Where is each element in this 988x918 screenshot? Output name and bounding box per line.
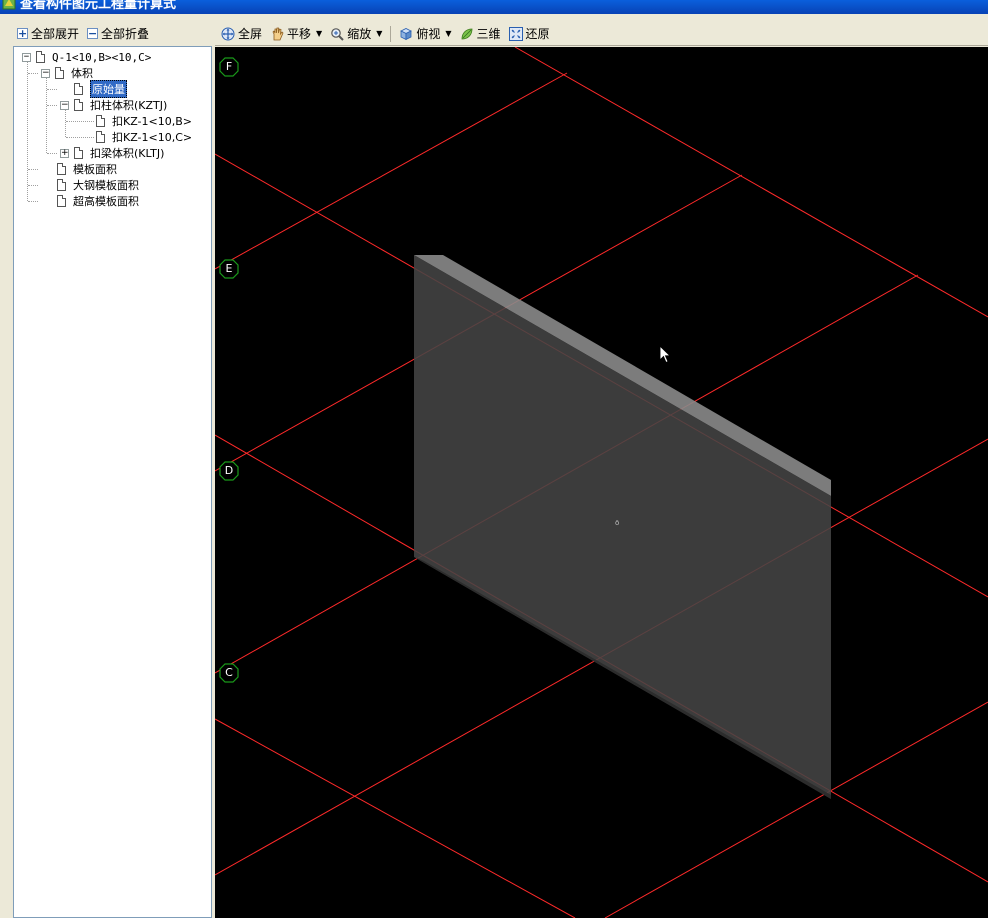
grid-line — [215, 72, 568, 270]
view-label: 俯视 — [416, 27, 441, 41]
collapse-node-icon[interactable]: − — [22, 52, 31, 62]
chevron-down-icon[interactable]: ▼ — [445, 29, 451, 38]
three-d-icon — [460, 27, 474, 41]
tree-item-label: 扣KZ-1<10,B> — [112, 115, 192, 128]
view-toolbar: 全屏 平移 ▼ 缩放 ▼ 俯视 ▼ 三维 还原 — [215, 22, 988, 46]
document-icon — [57, 179, 66, 191]
wall-element[interactable] — [414, 255, 831, 799]
document-icon — [55, 67, 64, 79]
tree-connector — [47, 89, 57, 90]
tree-connector — [66, 121, 94, 122]
zoom-icon — [330, 27, 344, 41]
grid-line — [514, 47, 988, 318]
tree-item-steel-formwork[interactable]: 大钢模板面积 — [57, 177, 139, 193]
tree-item-label: 大钢模板面积 — [73, 179, 139, 192]
tree-connector — [47, 153, 57, 154]
document-icon — [74, 99, 83, 111]
pan-icon — [270, 27, 284, 41]
restore-icon — [508, 26, 523, 41]
tree-connector — [27, 62, 28, 201]
tree-item-label: 体积 — [71, 67, 93, 80]
pan-button[interactable]: 平移 ▼ — [268, 25, 324, 42]
tree-item-kz-c[interactable]: 扣KZ-1<10,C> — [96, 129, 192, 145]
tree-item-deduct-column[interactable]: − 扣柱体积(KZTJ) — [60, 97, 167, 113]
app-icon — [2, 0, 16, 10]
axis-label-f[interactable]: F — [219, 57, 239, 77]
document-icon — [57, 195, 66, 207]
tree-item-kz-b[interactable]: 扣KZ-1<10,B> — [96, 113, 192, 129]
tree-item-root[interactable]: − Q-1<10,B><10,C> — [22, 49, 151, 65]
collapse-icon: − — [87, 26, 99, 40]
collapse-all-button[interactable]: − 全部折叠 — [87, 25, 149, 42]
tree-connector — [28, 169, 38, 170]
zoom-button[interactable]: 缩放 ▼ — [328, 25, 384, 42]
3d-viewport[interactable]: ō F E D C — [215, 47, 988, 918]
origin-marker: ō — [615, 519, 619, 527]
tree-connector — [47, 105, 57, 106]
fullscreen-label: 全屏 — [238, 27, 263, 41]
tree-item-label: Q-1<10,B><10,C> — [52, 50, 152, 64]
tree-item-label-selected: 原始量 — [90, 80, 127, 98]
toolbar-separator — [390, 25, 392, 42]
document-icon — [74, 83, 83, 95]
pan-label: 平移 — [287, 27, 312, 41]
tree-item-original[interactable]: 原始量 — [74, 80, 127, 98]
restore-button[interactable]: 还原 — [507, 25, 552, 42]
axis-label-text: D — [224, 464, 234, 477]
document-icon — [96, 131, 105, 143]
view-button[interactable]: 俯视 ▼ — [397, 25, 453, 42]
tree-connector — [28, 201, 38, 202]
expand-all-button[interactable]: + 全部展开 — [17, 25, 79, 42]
tree-connector — [28, 185, 38, 186]
tree-connector — [66, 137, 94, 138]
wall-front-face — [414, 255, 831, 799]
expand-node-icon[interactable]: + — [60, 148, 69, 158]
tree-item-volume[interactable]: − 体积 — [41, 65, 93, 81]
chevron-down-icon[interactable]: ▼ — [376, 29, 382, 38]
tree-item-high-formwork[interactable]: 超高模板面积 — [57, 193, 139, 209]
document-icon — [57, 163, 66, 175]
axis-label-text: C — [225, 666, 233, 679]
tree-item-label: 扣KZ-1<10,C> — [112, 131, 193, 144]
cursor-icon — [659, 344, 672, 367]
view-cube-icon — [399, 27, 413, 41]
expand-icon: + — [17, 26, 28, 40]
fullscreen-icon — [221, 27, 235, 41]
fullscreen-button[interactable]: 全屏 — [219, 25, 264, 42]
document-icon — [96, 115, 105, 127]
title-bar: 查看构件图元工程量计算式 — [0, 0, 988, 14]
axis-label-d[interactable]: D — [219, 461, 239, 481]
zoom-label: 缩放 — [347, 27, 372, 41]
grid-line — [215, 718, 576, 918]
collapse-node-icon[interactable]: − — [60, 100, 69, 110]
tree-item-label: 扣柱体积(KZTJ) — [90, 99, 168, 112]
chevron-down-icon[interactable]: ▼ — [316, 29, 322, 38]
axis-label-text: F — [225, 60, 233, 73]
tree-connector — [28, 73, 38, 74]
tree-toolbar: + 全部展开 − 全部折叠 — [13, 22, 211, 44]
tree-item-deduct-beam[interactable]: + 扣梁体积(KLTJ) — [60, 145, 164, 161]
three-d-button[interactable]: 三维 — [458, 25, 503, 42]
tree-connector — [65, 110, 66, 137]
quantity-tree: − Q-1<10,B><10,C> − 体积 原始量 − 扣柱体积(KZTJ) … — [13, 46, 212, 918]
axis-label-c[interactable]: C — [219, 663, 239, 683]
expand-all-label: 全部展开 — [31, 26, 80, 41]
tree-item-label: 模板面积 — [73, 163, 117, 176]
document-icon — [36, 51, 45, 63]
three-d-label: 三维 — [476, 27, 501, 41]
restore-label: 还原 — [525, 27, 550, 41]
axis-label-e[interactable]: E — [219, 259, 239, 279]
tree-item-label: 超高模板面积 — [73, 195, 139, 208]
window-title: 查看构件图元工程量计算式 — [20, 0, 177, 12]
document-icon — [74, 147, 83, 159]
tree-item-label: 扣梁体积(KLTJ) — [90, 147, 165, 160]
scene-canvas: ō — [215, 47, 988, 918]
collapse-node-icon[interactable]: − — [41, 68, 50, 78]
collapse-all-label: 全部折叠 — [101, 26, 150, 41]
axis-label-text: E — [225, 262, 233, 275]
tree-item-formwork[interactable]: 模板面积 — [57, 161, 117, 177]
